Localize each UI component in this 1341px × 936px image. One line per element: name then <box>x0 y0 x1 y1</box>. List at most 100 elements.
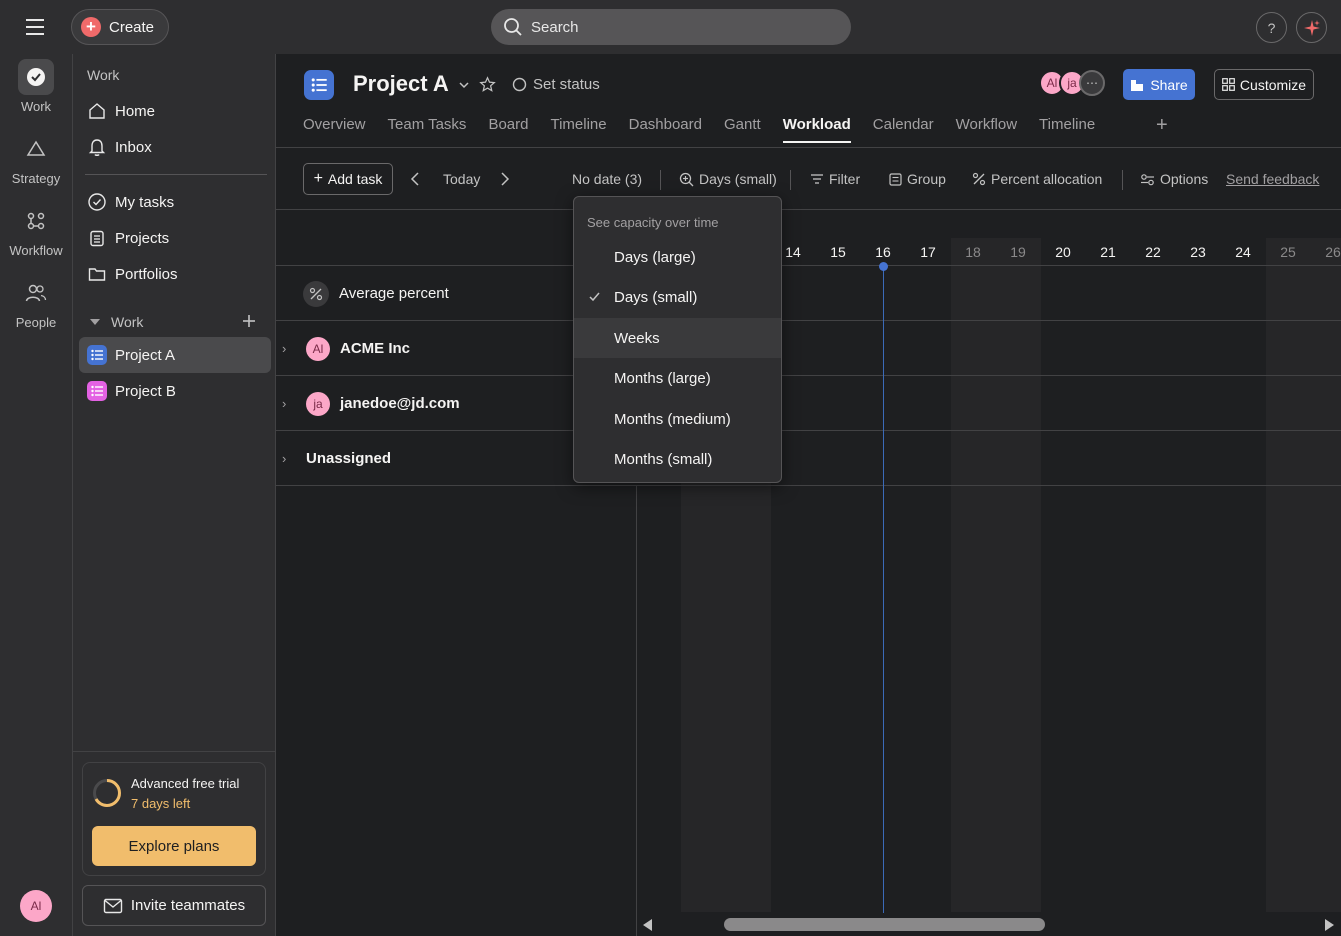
chevron-down-icon[interactable] <box>458 79 470 91</box>
set-status-label: Set status <box>533 76 600 93</box>
row-assignee[interactable]: › Al ACME Inc <box>276 321 1341 376</box>
trial-title: Advanced free trial <box>131 776 240 791</box>
add-tab-icon[interactable]: + <box>1156 114 1168 137</box>
sidebar-item-label: Inbox <box>115 138 152 156</box>
menu-icon[interactable] <box>24 17 48 37</box>
send-feedback-link[interactable]: Send feedback <box>1226 163 1319 195</box>
sidebar-item-home[interactable]: Home <box>79 93 271 129</box>
top-bar: + Create Search ? <box>0 0 1341 54</box>
row-assignee[interactable]: › ja janedoe@jd.com <box>276 376 1341 431</box>
today-button[interactable]: Today <box>443 163 480 195</box>
create-button[interactable]: + Create <box>71 9 169 45</box>
sidebar-item-projects[interactable]: Projects <box>79 220 271 256</box>
rail-item-workflow[interactable]: Workflow <box>0 203 72 258</box>
project-list-icon[interactable] <box>304 70 334 100</box>
user-avatar[interactable]: Al <box>20 890 52 922</box>
share-button[interactable]: Share <box>1123 69 1195 100</box>
sidebar-item-project-a[interactable]: Project A <box>79 337 271 373</box>
more-members-icon: ⋯ <box>1079 70 1105 96</box>
folder-icon <box>88 268 106 281</box>
zoom-dropdown-menu: See capacity over time Days (large) Days … <box>573 196 782 483</box>
tab-workflow[interactable]: Workflow <box>956 116 1017 143</box>
explore-plans-button[interactable]: Explore plans <box>92 826 256 866</box>
horizontal-scrollbar[interactable] <box>637 913 1341 936</box>
set-status-button[interactable]: Set status <box>512 76 600 93</box>
sidebar-team-section[interactable]: Work <box>89 314 143 330</box>
next-arrow-icon[interactable] <box>500 163 510 195</box>
members-stack[interactable]: Al ja ⋯ <box>1039 70 1105 96</box>
share-icon <box>1131 79 1144 91</box>
sidebar-item-inbox[interactable]: Inbox <box>79 129 271 165</box>
chevron-right-icon[interactable]: › <box>282 451 296 466</box>
triangle-icon <box>18 131 54 167</box>
add-task-button[interactable]: + Add task <box>303 163 393 195</box>
sidebar-item-label: Portfolios <box>115 265 178 283</box>
star-icon[interactable] <box>479 76 496 93</box>
tab-dashboard[interactable]: Dashboard <box>629 116 702 143</box>
tab-team-tasks[interactable]: Team Tasks <box>388 116 467 143</box>
avatar: ja <box>306 391 330 416</box>
rail-item-work[interactable]: Work <box>0 59 72 114</box>
tab-timeline[interactable]: Timeline <box>1039 116 1095 143</box>
row-average-percent: Average percent <box>276 266 1341 321</box>
dropdown-option-label: Days (large) <box>614 248 696 266</box>
percent-icon <box>303 280 329 307</box>
rail-label-people: People <box>15 315 57 330</box>
dropdown-option[interactable]: Months (medium) <box>574 399 781 439</box>
sidebar-divider <box>85 174 267 175</box>
tab-timeline[interactable]: Timeline <box>550 116 606 143</box>
workload-grid: 14 15 16 17 18 19 20 21 22 23 24 25 26 Average perce… <box>276 211 1341 936</box>
sidebar-item-portfolios[interactable]: Portfolios <box>79 256 271 292</box>
tab-overview[interactable]: Overview <box>303 116 366 143</box>
group-label: Group <box>907 171 946 187</box>
sidebar-bottom-divider <box>73 751 276 752</box>
dropdown-option-label: Months (large) <box>614 370 711 387</box>
row-unassigned[interactable]: › Unassigned <box>276 431 1341 486</box>
group-button[interactable]: Group <box>889 163 946 195</box>
percent-allocation-button[interactable]: Percent allocation <box>972 163 1102 195</box>
dropdown-heading: See capacity over time <box>587 215 719 230</box>
zoom-level-button[interactable]: Days (small) <box>679 163 777 195</box>
checkmark-icon <box>588 290 601 303</box>
rail-item-strategy[interactable]: Strategy <box>0 131 72 186</box>
add-project-icon[interactable] <box>241 313 257 329</box>
prev-arrow-icon[interactable] <box>410 163 420 195</box>
workflow-icon <box>18 203 54 239</box>
rail-item-people[interactable]: People <box>0 275 72 330</box>
dropdown-option[interactable]: Months (large) <box>574 359 781 399</box>
tab-workload[interactable]: Workload <box>782 116 851 143</box>
sidebar-item-label: My tasks <box>115 193 175 211</box>
page-title[interactable]: Project A <box>353 71 449 97</box>
row-label: ACME Inc <box>340 340 411 357</box>
chevron-right-icon[interactable]: › <box>282 396 296 411</box>
trial-card: Advanced free trial 7 days left Explore … <box>82 762 266 876</box>
search-input[interactable]: Search <box>491 9 851 45</box>
sidebar-item-my-tasks[interactable]: My tasks <box>79 184 271 220</box>
list-icon <box>87 381 107 401</box>
filter-button[interactable]: Filter <box>810 163 860 195</box>
invite-teammates-button[interactable]: Invite teammates <box>82 885 266 926</box>
sidebar-item-label: Home <box>115 102 156 120</box>
toolbar-divider <box>1122 170 1123 190</box>
scroll-right-icon[interactable] <box>1324 918 1336 932</box>
dropdown-option[interactable]: Months (small) <box>574 440 781 480</box>
tab-gantt[interactable]: Gantt <box>724 116 761 143</box>
options-button[interactable]: Options <box>1140 163 1208 195</box>
home-icon <box>89 103 105 119</box>
dropdown-option[interactable]: Days (large) <box>574 237 781 277</box>
help-button[interactable]: ? <box>1256 12 1287 43</box>
dropdown-option[interactable]: Days (small) <box>574 278 781 318</box>
customize-button[interactable]: Customize <box>1214 69 1314 100</box>
row-label: Unassigned <box>306 450 392 467</box>
scrollbar-thumb[interactable] <box>724 918 1045 931</box>
clipboard-icon <box>90 230 104 247</box>
sidebar-item-project-b[interactable]: Project B <box>79 373 271 409</box>
toolbar-divider <box>790 170 791 190</box>
no-date-button[interactable]: No date (3) <box>572 163 642 195</box>
scroll-left-icon[interactable] <box>641 918 653 932</box>
chevron-right-icon[interactable]: › <box>282 341 296 356</box>
ai-assistant-button[interactable] <box>1296 12 1327 43</box>
tab-board[interactable]: Board <box>488 116 528 143</box>
tab-calendar[interactable]: Calendar <box>873 116 934 143</box>
dropdown-option[interactable]: Weeks <box>574 318 781 358</box>
